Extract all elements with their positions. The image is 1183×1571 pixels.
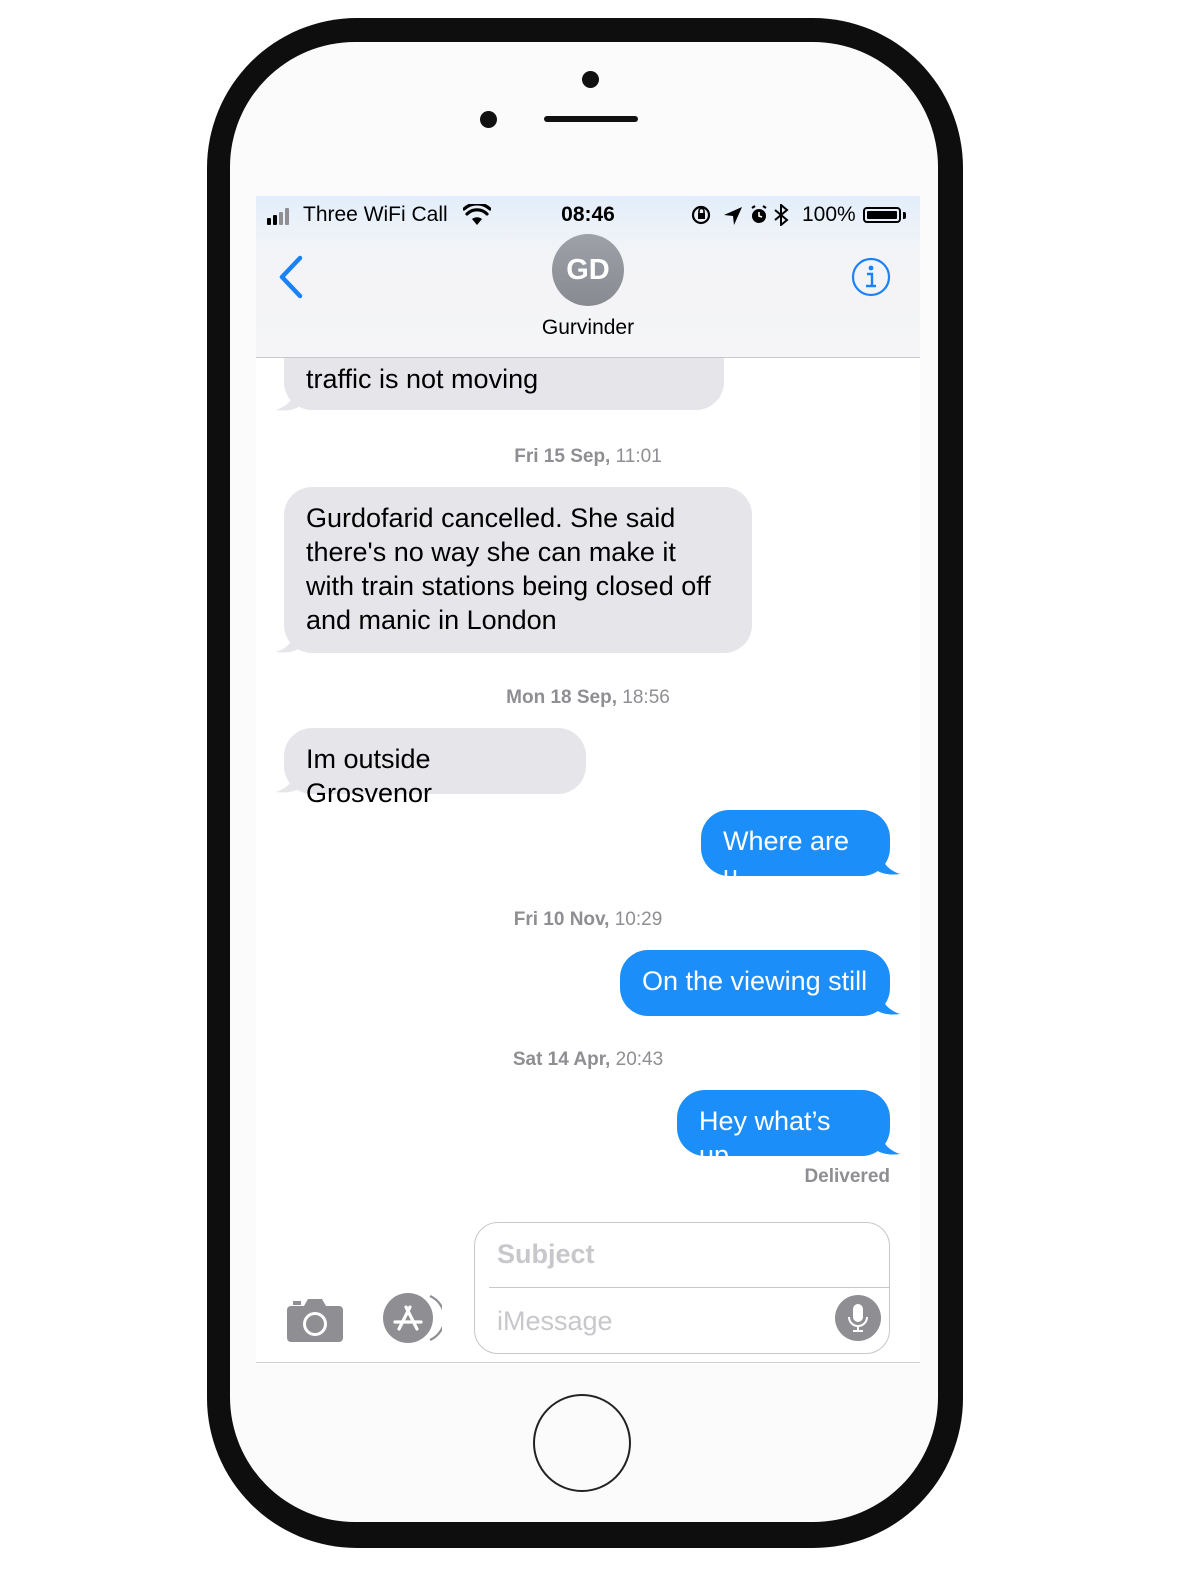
- camera-icon[interactable]: [286, 1296, 344, 1344]
- message-bubble-outgoing[interactable]: On the viewing still: [620, 950, 890, 1016]
- timestamp: Sat 14 Apr, 20:43: [512, 1049, 664, 1070]
- back-chevron-icon[interactable]: [276, 254, 306, 300]
- battery-icon: [863, 207, 901, 223]
- home-button[interactable]: [533, 1394, 631, 1492]
- message-bubble-outgoing[interactable]: Where are u: [701, 810, 890, 890]
- alarm-icon: [751, 205, 767, 223]
- contact-avatar[interactable]: GD: [552, 234, 624, 306]
- timestamp: Fri 15 Sep, 11:01: [514, 446, 662, 467]
- bubble-tail: [872, 986, 900, 1015]
- orientation-lock-icon: [691, 205, 711, 225]
- messages-screen: traffic is not moving Fri 15 Sep, 11:01 …: [256, 196, 920, 1364]
- earpiece-speaker: [544, 116, 638, 122]
- proximity-sensor: [480, 111, 497, 128]
- subject-input[interactable]: Subject: [497, 1239, 595, 1270]
- message-text: Gurdofarid cancelled. She said there's n…: [306, 503, 711, 635]
- bluetooth-icon: [774, 204, 789, 226]
- location-icon: [724, 207, 742, 225]
- microphone-button[interactable]: [835, 1295, 881, 1341]
- message-bubble-incoming[interactable]: Im outside Grosvenor: [284, 728, 586, 808]
- info-icon[interactable]: [851, 257, 891, 297]
- conversation-header: Three WiFi Call 08:46 100% GD Gurvinder: [256, 196, 920, 358]
- contact-name[interactable]: Gurvinder: [256, 316, 920, 340]
- app-store-icon[interactable]: [380, 1292, 442, 1344]
- message-text: Where are u: [723, 826, 850, 890]
- battery-percentage: 100%: [802, 203, 856, 226]
- delivered-status: Delivered: [804, 1166, 890, 1187]
- message-composer[interactable]: Subject iMessage: [474, 1222, 890, 1354]
- message-bubble-incoming[interactable]: Gurdofarid cancelled. She said there's n…: [284, 487, 752, 653]
- message-text: traffic is not moving: [306, 364, 539, 394]
- composer-divider: [489, 1287, 889, 1288]
- bubble-tail: [276, 382, 304, 411]
- keyboard-divider: [256, 1362, 920, 1363]
- battery-tip: [903, 212, 906, 219]
- imessage-input[interactable]: iMessage: [497, 1306, 613, 1337]
- timestamp: Fri 10 Nov, 10:29: [513, 909, 663, 930]
- microphone-icon: [848, 1304, 868, 1332]
- bubble-tail: [276, 624, 304, 653]
- timestamp: Mon 18 Sep, 18:56: [506, 687, 670, 708]
- status-bar: Three WiFi Call 08:46 100%: [256, 196, 920, 236]
- message-text: Im outside Grosvenor: [306, 744, 433, 808]
- bubble-tail: [872, 1126, 900, 1155]
- message-bubble-outgoing[interactable]: Hey what’s up: [677, 1090, 890, 1170]
- bubble-tail: [276, 764, 304, 793]
- message-text: On the viewing still: [642, 966, 868, 996]
- status-icons: [691, 204, 789, 226]
- bubble-tail: [872, 846, 900, 875]
- message-thread[interactable]: traffic is not moving Fri 15 Sep, 11:01 …: [256, 196, 920, 1364]
- message-text: Hey what’s up: [699, 1106, 831, 1170]
- front-camera: [582, 71, 599, 88]
